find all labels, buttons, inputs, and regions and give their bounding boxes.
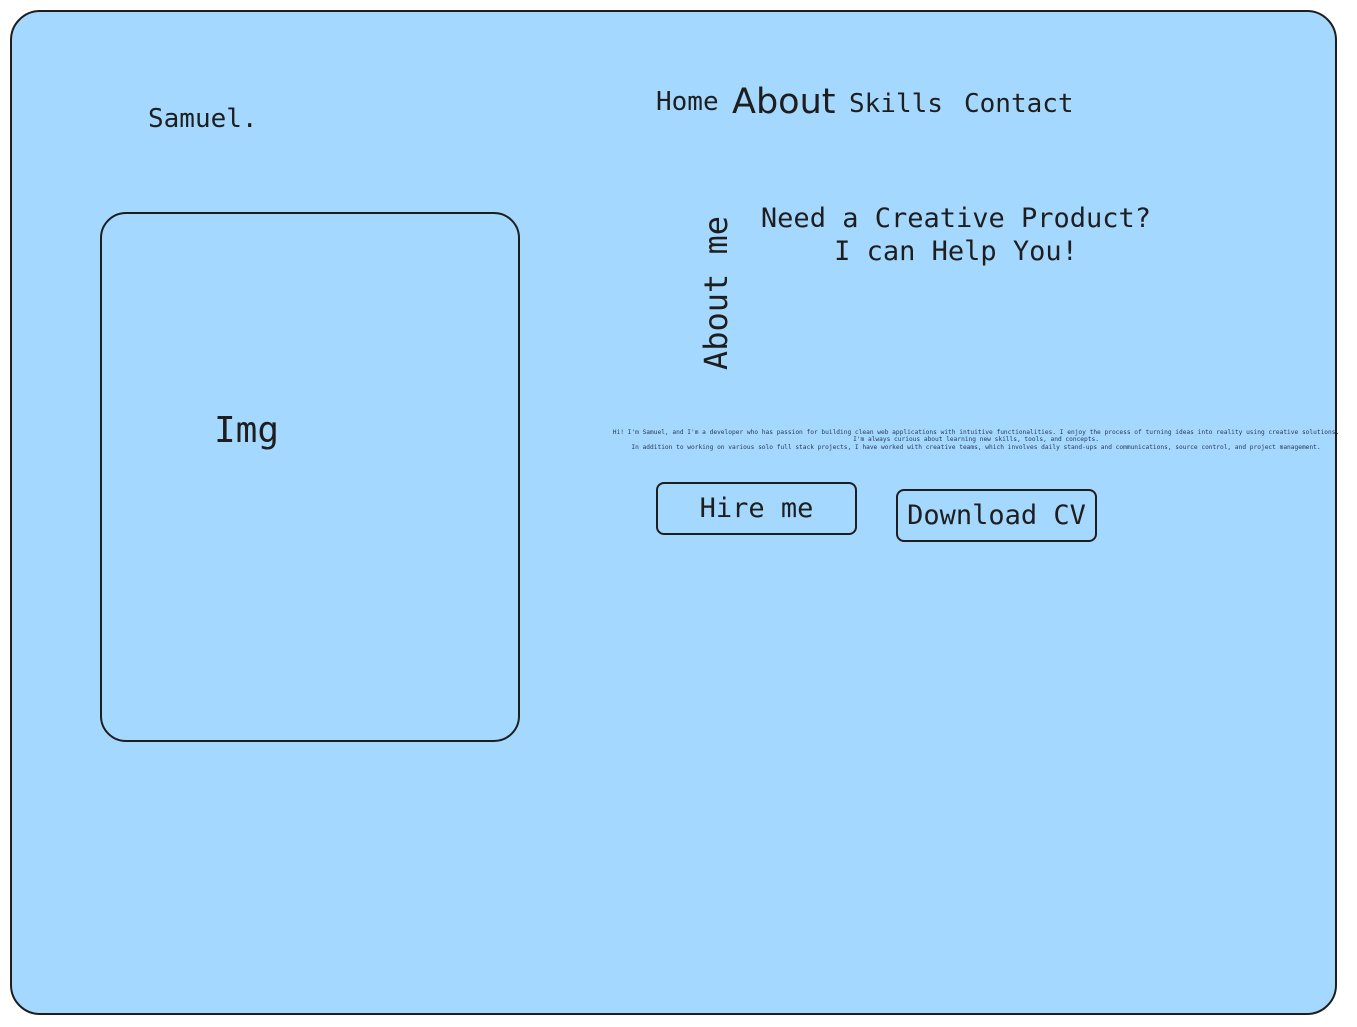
nav-home-link[interactable]: Home [656,87,719,117]
hire-me-button[interactable]: Hire me [656,482,857,535]
about-headline: Need a Creative Product? I can Help You! [756,202,1156,268]
headline-line-1: Need a Creative Product? [760,203,1152,234]
bio-line-3: In addition to working on various solo f… [631,443,1321,451]
profile-image-placeholder [100,212,520,742]
image-placeholder-label: Img [214,410,280,451]
about-section-title: About me [696,208,736,378]
nav-skills-link[interactable]: Skills [849,89,943,119]
download-cv-button[interactable]: Download CV [896,489,1097,542]
bio-line-2: I'm always curious about learning new sk… [853,436,1099,444]
about-vertical-label: About me [697,215,735,371]
nav-contact-link[interactable]: Contact [964,89,1074,119]
about-bio: Hi! I'm Samuel, and I'm a developer who … [606,429,1346,451]
nav-about-link[interactable]: About [732,82,835,122]
headline-line-2: I can Help You! [834,236,1078,267]
bio-line-1: Hi! I'm Samuel, and I'm a developer who … [612,429,1340,436]
site-logo[interactable]: Samuel. [148,104,258,134]
